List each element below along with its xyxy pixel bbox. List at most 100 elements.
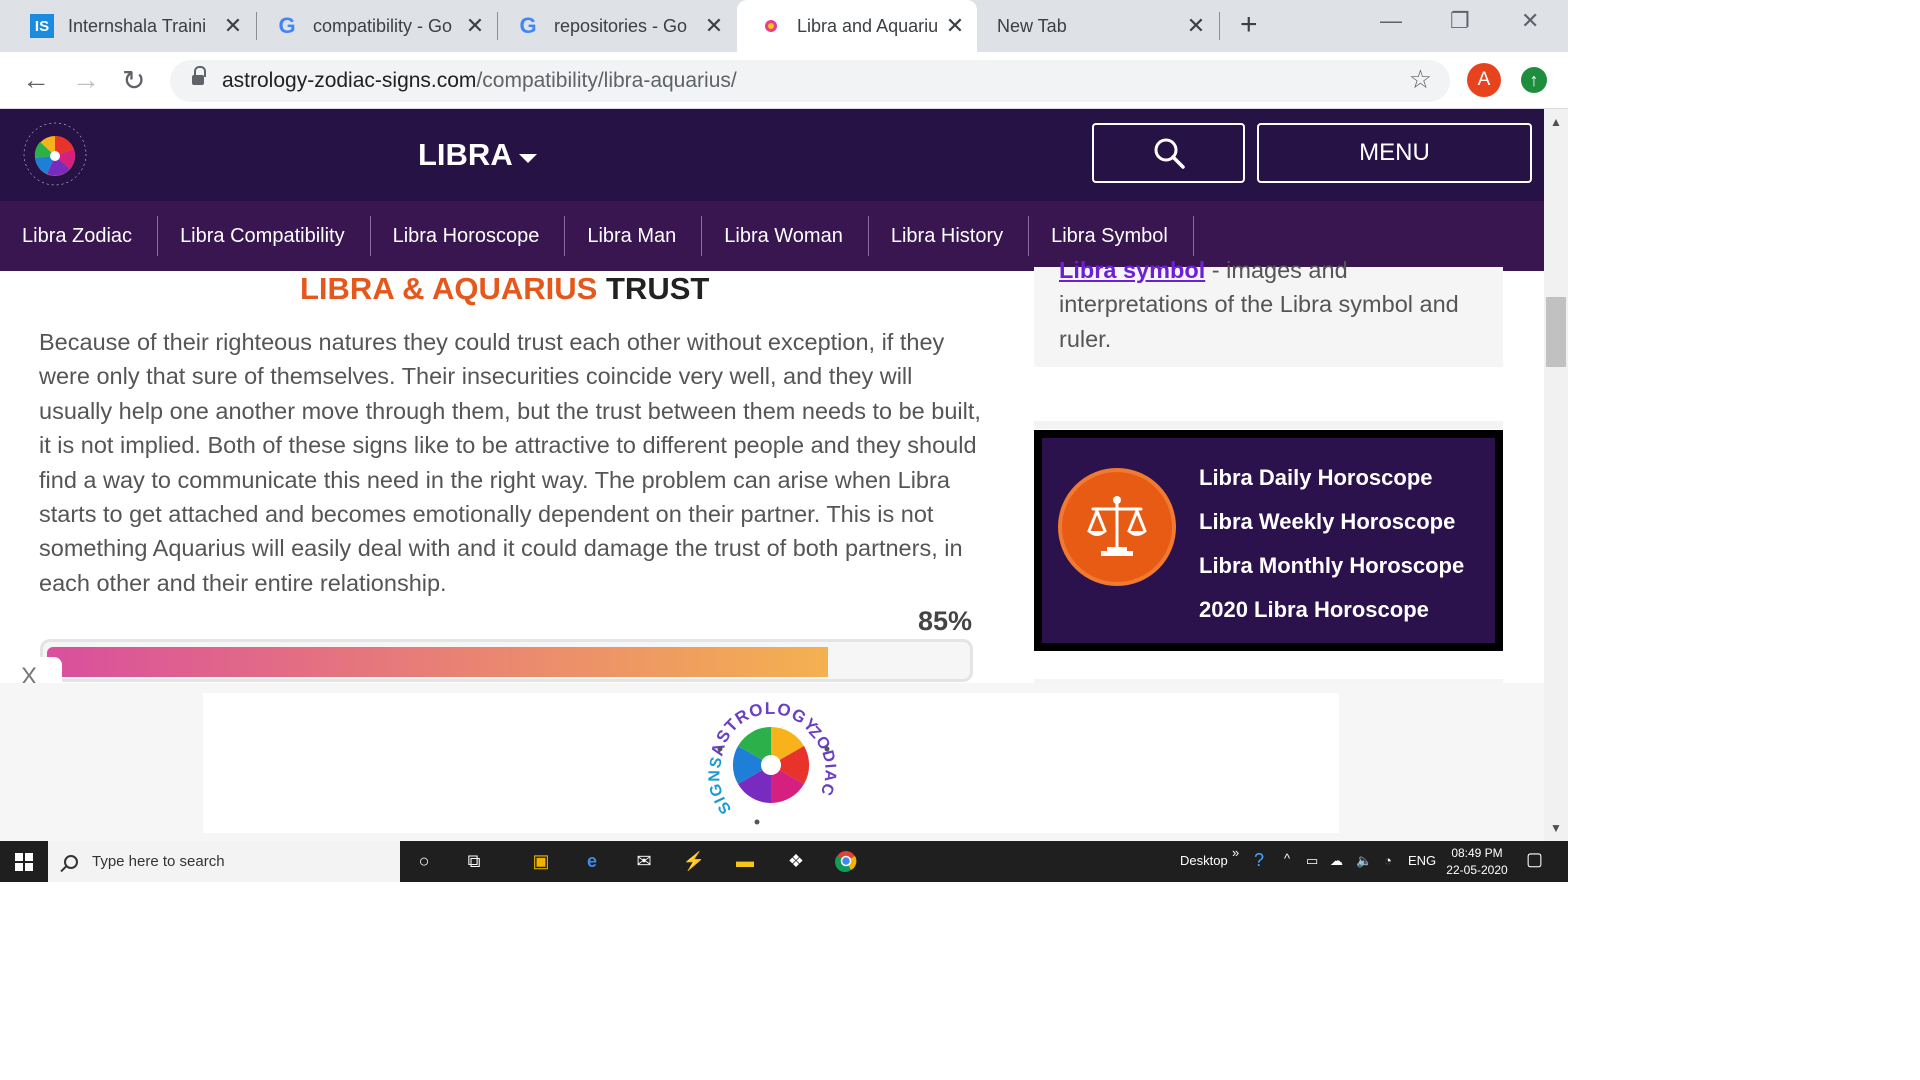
- menu-button[interactable]: MENU: [1257, 123, 1532, 183]
- google-icon: G: [278, 13, 296, 38]
- google-icon: G: [519, 13, 537, 38]
- bookmark-star-icon[interactable]: ☆: [1409, 64, 1432, 95]
- libra-weekly-horoscope-link[interactable]: Libra Weekly Horoscope: [1199, 500, 1464, 544]
- clock-time: 08:49 PM: [1451, 846, 1503, 860]
- search-icon: [64, 854, 78, 869]
- tab-new-tab[interactable]: New Tab ✕: [980, 0, 1218, 52]
- minimize-icon[interactable]: —: [1380, 8, 1402, 34]
- store-icon[interactable]: ▣: [529, 849, 553, 873]
- cortana-icon[interactable]: ○: [412, 849, 436, 873]
- task-view-icon[interactable]: ⧉: [462, 849, 486, 873]
- trust-progress-bar: [40, 639, 973, 682]
- battery-icon[interactable]: ▭: [1306, 853, 1318, 869]
- tab-title: compatibility - Go: [313, 15, 453, 36]
- subnav-libra-compatibility[interactable]: Libra Compatibility: [158, 201, 371, 271]
- section-heading: LIBRA & AQUARIUS TRUST: [300, 271, 709, 307]
- tab-compatibility[interactable]: G compatibility - Go ✕: [257, 0, 497, 52]
- internshala-icon: IS: [30, 14, 54, 38]
- svg-text:SIGNS: SIGNS: [706, 754, 735, 816]
- site-logo[interactable]: [22, 121, 88, 187]
- tab-libra-aquarius[interactable]: Libra and Aquarius ✕: [737, 0, 977, 52]
- close-window-icon[interactable]: ✕: [1521, 8, 1539, 34]
- trust-progress-fill: [47, 647, 828, 677]
- reload-icon[interactable]: ↻: [122, 64, 145, 97]
- toolbar-expand-icon[interactable]: »: [1232, 845, 1239, 860]
- subnav-libra-woman[interactable]: Libra Woman: [702, 201, 869, 271]
- url-host: astrology-zodiac-signs.com: [222, 69, 477, 92]
- heading-highlight: LIBRA & AQUARIUS: [300, 271, 598, 306]
- restore-icon[interactable]: ❐: [1450, 8, 1470, 34]
- logo-right-text: ZODIAC: [805, 723, 838, 798]
- tab-repositories[interactable]: G repositories - Go ✕: [498, 0, 736, 52]
- brand-label: LIBRA: [418, 137, 513, 172]
- scroll-up-arrow-icon[interactable]: ▲: [1544, 115, 1568, 129]
- tab-close-icon[interactable]: ✕: [465, 13, 485, 39]
- trust-percent-label: 85%: [918, 606, 973, 636]
- notifications-icon[interactable]: ▢: [1526, 849, 1543, 870]
- libra-2020-horoscope-link[interactable]: 2020 Libra Horoscope: [1199, 588, 1464, 632]
- volume-icon[interactable]: 🔈: [1356, 853, 1372, 869]
- profile-avatar[interactable]: A: [1467, 63, 1501, 97]
- caret-down-icon: [518, 153, 537, 163]
- subnav-libra-man[interactable]: Libra Man: [565, 201, 703, 271]
- taskbar-search-box[interactable]: Type here to search: [48, 841, 400, 882]
- forward-arrow-icon[interactable]: →: [72, 64, 100, 96]
- tab-close-icon[interactable]: ✕: [704, 13, 724, 39]
- brand-dropdown[interactable]: LIBRA: [418, 137, 537, 173]
- start-button[interactable]: [0, 841, 48, 882]
- address-bar[interactable]: astrology-zodiac-signs.com/compatibility…: [170, 60, 1450, 102]
- show-hidden-icons-icon[interactable]: ^: [1284, 851, 1290, 866]
- ad-banner[interactable]: ASTROLOGY ZODIAC SIGNS: [203, 693, 1339, 833]
- windows-logo-icon: [15, 852, 33, 871]
- zodiac-icon: [759, 14, 783, 38]
- horoscope-card: Libra Daily Horoscope Libra Weekly Horos…: [1034, 430, 1503, 651]
- new-tab-plus-icon[interactable]: +: [1240, 8, 1258, 42]
- help-icon[interactable]: ?: [1254, 850, 1264, 871]
- horoscope-card-inner: Libra Daily Horoscope Libra Weekly Horos…: [1042, 438, 1495, 643]
- clock-date: 22-05-2020: [1446, 863, 1508, 877]
- wifi-icon[interactable]: ◔: [1384, 853, 1392, 868]
- subnav-libra-horoscope[interactable]: Libra Horoscope: [371, 201, 566, 271]
- url-text[interactable]: astrology-zodiac-signs.com/compatibility…: [222, 69, 737, 93]
- onedrive-icon[interactable]: ☁: [1330, 853, 1343, 869]
- scrollbar-thumb[interactable]: [1546, 297, 1566, 367]
- search-button[interactable]: [1092, 123, 1245, 183]
- chrome-icon[interactable]: [834, 849, 858, 873]
- logo-left-text: SIGNS: [706, 754, 734, 816]
- vscode-icon[interactable]: ⚡: [682, 849, 706, 873]
- heading-rest: TRUST: [606, 271, 710, 306]
- libra-monthly-horoscope-link[interactable]: Libra Monthly Horoscope: [1199, 544, 1464, 588]
- tab-close-icon[interactable]: ✕: [945, 13, 965, 39]
- desktop-toolbar-label[interactable]: Desktop: [1180, 853, 1228, 868]
- file-explorer-icon[interactable]: ▬: [733, 849, 757, 873]
- trust-paragraph: Because of their righteous natures they …: [39, 329, 981, 596]
- edge-icon[interactable]: e: [580, 849, 604, 873]
- mail-icon[interactable]: ✉: [632, 849, 656, 873]
- tab-title: New Tab: [997, 15, 1067, 36]
- language-indicator[interactable]: ENG: [1408, 853, 1436, 868]
- scroll-down-arrow-icon[interactable]: ▼: [1544, 821, 1568, 835]
- sidebar-divider: [1034, 421, 1503, 429]
- tab-internshala[interactable]: IS Internshala Traini ✕: [0, 0, 255, 52]
- browser-tabstrip: IS Internshala Traini ✕ G compatibility …: [0, 0, 1568, 52]
- lock-icon: [192, 66, 206, 88]
- tab-close-icon[interactable]: ✕: [223, 13, 243, 39]
- sticky-ad-bar: ASTROLOGY ZODIAC SIGNS: [0, 683, 1544, 841]
- libra-daily-horoscope-link[interactable]: Libra Daily Horoscope: [1199, 456, 1464, 500]
- search-icon: [1154, 138, 1185, 169]
- libra-scales-icon: [1058, 468, 1176, 586]
- astrology-zodiac-signs-logo: ASTROLOGY ZODIAC SIGNS: [706, 699, 838, 825]
- taskbar-search-placeholder: Type here to search: [92, 853, 225, 870]
- libra-symbol-link[interactable]: Libra symbol: [1059, 257, 1205, 283]
- update-arrow-icon[interactable]: ↑: [1521, 67, 1547, 93]
- back-arrow-icon[interactable]: ←: [22, 64, 50, 96]
- tab-close-icon[interactable]: ✕: [1186, 13, 1206, 39]
- taskbar-clock[interactable]: 08:49 PM 22-05-2020: [1440, 845, 1514, 879]
- page-viewport: LIBRA MENU Libra Zodiac Libra Compatibil…: [0, 109, 1544, 841]
- tab-title: repositories - Go: [554, 15, 688, 36]
- dropbox-icon[interactable]: ❖: [784, 849, 808, 873]
- horoscope-links: Libra Daily Horoscope Libra Weekly Horos…: [1199, 456, 1464, 632]
- page-scrollbar[interactable]: ▲ ▼: [1544, 109, 1568, 841]
- subnav-libra-history[interactable]: Libra History: [869, 201, 1030, 271]
- subnav-libra-zodiac[interactable]: Libra Zodiac: [0, 201, 159, 271]
